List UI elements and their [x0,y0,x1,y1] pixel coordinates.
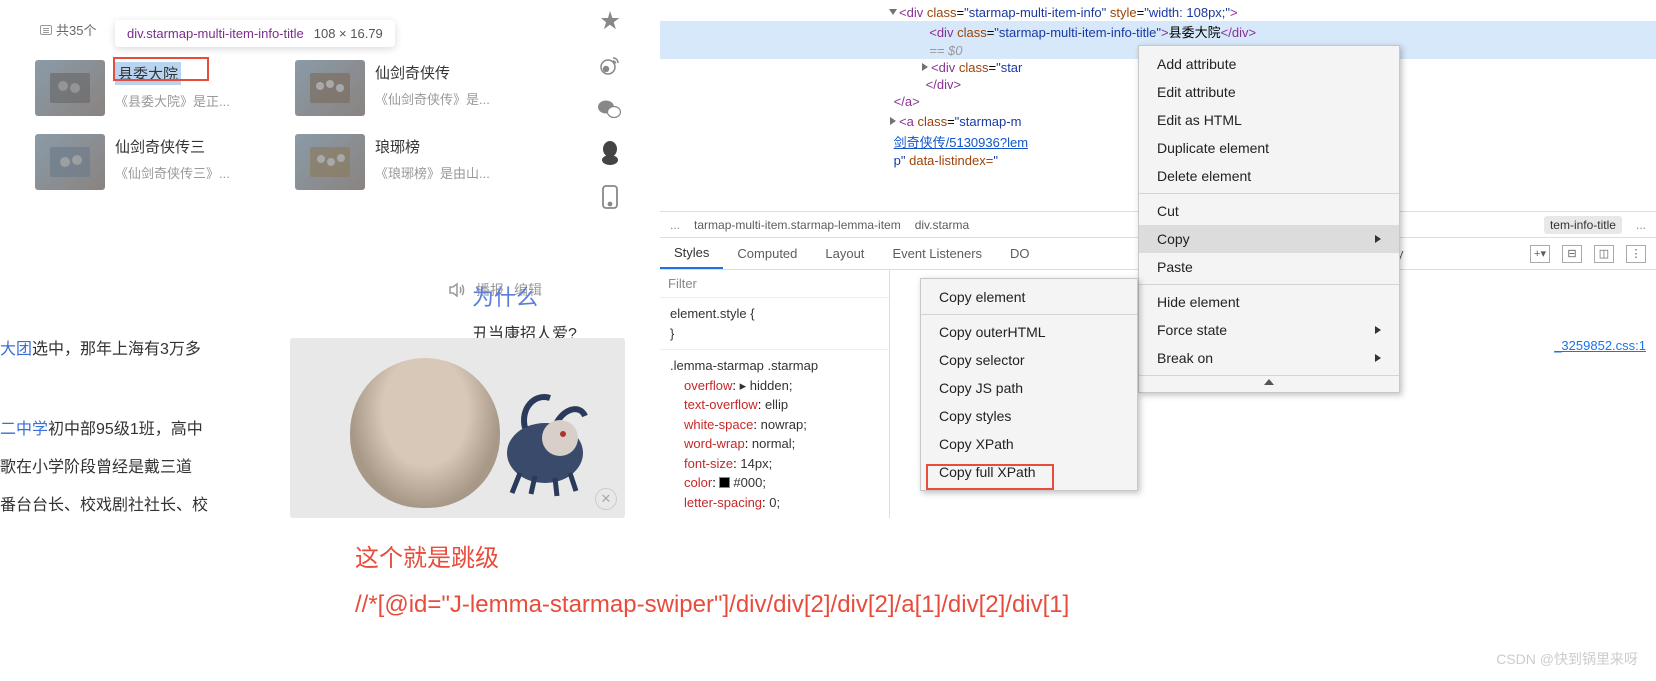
menu-hide[interactable]: Hide element [1139,288,1399,316]
annotation-line2: //*[@id="J-lemma-starmap-swiper"]/div/di… [355,582,1069,628]
article-paragraph: 二中学初中部95级1班，高中 [0,414,203,446]
tab-layout[interactable]: Layout [811,238,878,269]
article-paragraph: 番台台长、校戏剧社社长、校 [0,490,208,522]
context-menu-main: Add attribute Edit attribute Edit as HTM… [1138,45,1400,393]
annotation-text: 这个就是跳级 //*[@id="J-lemma-starmap-swiper"]… [355,536,1069,627]
list-icon [40,25,52,35]
tooltip-dimensions: 108 × 16.79 [314,26,383,41]
crumb[interactable]: ... [670,218,680,232]
thumbnail [295,134,365,190]
star-icon[interactable] [595,6,625,36]
item-subtitle: 《县委大院》是正... [115,91,275,110]
wechat-icon[interactable] [595,94,625,124]
qq-icon[interactable] [595,138,625,168]
starmap-items: 县委大院 《县委大院》是正... 仙剑奇侠传 《仙剑奇侠传》是... 仙剑奇侠传… [35,60,540,208]
menu-copy-outerhtml[interactable]: Copy outerHTML [921,318,1137,346]
weibo-icon[interactable] [595,50,625,80]
tooltip-class: div.starmap-multi-item-info-title [127,26,304,41]
chevron-right-icon [1375,235,1381,243]
context-menu-copy: Copy element Copy outerHTML Copy selecto… [920,278,1138,491]
menu-cut[interactable]: Cut [1139,197,1399,225]
dom-selected-row[interactable]: <div class="starmap-multi-item-info-titl… [660,21,1656,42]
menu-copy-xpath[interactable]: Copy XPath [921,430,1137,458]
list-item[interactable]: 仙剑奇侠传三 《仙剑奇侠传三》... [35,134,275,190]
hover-icon[interactable]: ⊟ [1562,245,1582,263]
list-item[interactable]: 琅琊榜 《琅琊榜》是由山... [295,134,535,190]
menu-copy-jspath[interactable]: Copy JS path [921,374,1137,402]
tab-computed[interactable]: Computed [723,238,811,269]
item-title: 仙剑奇侠传 [375,62,535,83]
mobile-icon[interactable] [595,182,625,212]
item-subtitle: 《仙剑奇侠传三》... [115,163,275,182]
styles-filter[interactable]: Filter [660,270,889,298]
menu-add-attribute[interactable]: Add attribute [1139,50,1399,78]
menu-copy[interactable]: Copy [1139,225,1399,253]
menu-break-on[interactable]: Break on [1139,344,1399,372]
article-paragraph: 歌在小学阶段曾经是戴三道 [0,452,192,484]
more-icon[interactable]: ⋮ [1626,245,1646,263]
menu-edit-html[interactable]: Edit as HTML [1139,106,1399,134]
face-graphic [350,358,500,508]
creature-graphic [485,378,600,498]
page-left: 共35个 div.starmap-multi-item-info-title 1… [0,0,640,520]
crumb[interactable]: div.starma [915,218,969,232]
item-subtitle: 《仙剑奇侠传》是... [375,89,535,108]
element-tooltip: div.starmap-multi-item-info-title 108 × … [115,20,395,47]
count-text: 共35个 [56,20,96,39]
add-icon[interactable]: +▾ [1530,245,1550,263]
item-title: 仙剑奇侠传三 [115,136,275,157]
list-item[interactable]: 县委大院 《县委大院》是正... [35,60,275,116]
thumbnail [35,134,105,190]
thumbnail [295,60,365,116]
watermark: CSDN @快到锅里来呀 [1496,649,1638,669]
speaker-icon [448,282,466,298]
close-icon[interactable]: ✕ [595,488,617,510]
list-item[interactable]: 仙剑奇侠传 《仙剑奇侠传》是... [295,60,535,116]
thumbnail [35,60,105,116]
why-title: 为什么 [472,280,577,312]
why-block: 为什么 丑当康招人爱? [472,280,577,344]
item-title: 琅琊榜 [375,136,535,157]
crumb[interactable]: ... [1636,218,1646,232]
article-link[interactable]: 大团 [0,341,32,358]
crumb[interactable]: tarmap-multi-item.starmap-lemma-item [694,218,901,232]
menu-delete[interactable]: Delete element [1139,162,1399,190]
article-paragraph: 大团选中，那年上海有3万多 [0,334,201,366]
menu-copy-element[interactable]: Copy element [921,283,1137,311]
item-subtitle: 《琅琊榜》是由山... [375,163,535,182]
tab-styles[interactable]: Styles [660,238,723,269]
tab-dom[interactable]: DO [996,238,1044,269]
layout-icon[interactable]: ◫ [1594,245,1614,263]
css-inline-rule[interactable]: element.style { } [660,298,889,349]
annotation-line1: 这个就是跳级 [355,536,1069,582]
highlight-redbox [113,57,209,81]
menu-copy-styles[interactable]: Copy styles [921,402,1137,430]
menu-edit-attribute[interactable]: Edit attribute [1139,78,1399,106]
crumb-selected[interactable]: tem-info-title [1544,216,1622,234]
chevron-right-icon [1375,354,1381,362]
item-count: 共35个 [40,20,96,39]
promo-image[interactable]: ✕ [290,338,625,518]
article-link[interactable]: 二中学 [0,421,48,438]
menu-copy-selector[interactable]: Copy selector [921,346,1137,374]
css-rule[interactable]: .lemma-starmap .starmap overflow: ▸ hidd… [660,349,889,518]
share-bar [595,6,631,226]
menu-paste[interactable]: Paste [1139,253,1399,281]
menu-force-state[interactable]: Force state [1139,316,1399,344]
chevron-up-icon[interactable] [1264,379,1274,385]
highlight-redbox-xpath [926,464,1054,490]
tab-event-listeners[interactable]: Event Listeners [878,238,996,269]
chevron-right-icon [1375,326,1381,334]
menu-duplicate[interactable]: Duplicate element [1139,134,1399,162]
